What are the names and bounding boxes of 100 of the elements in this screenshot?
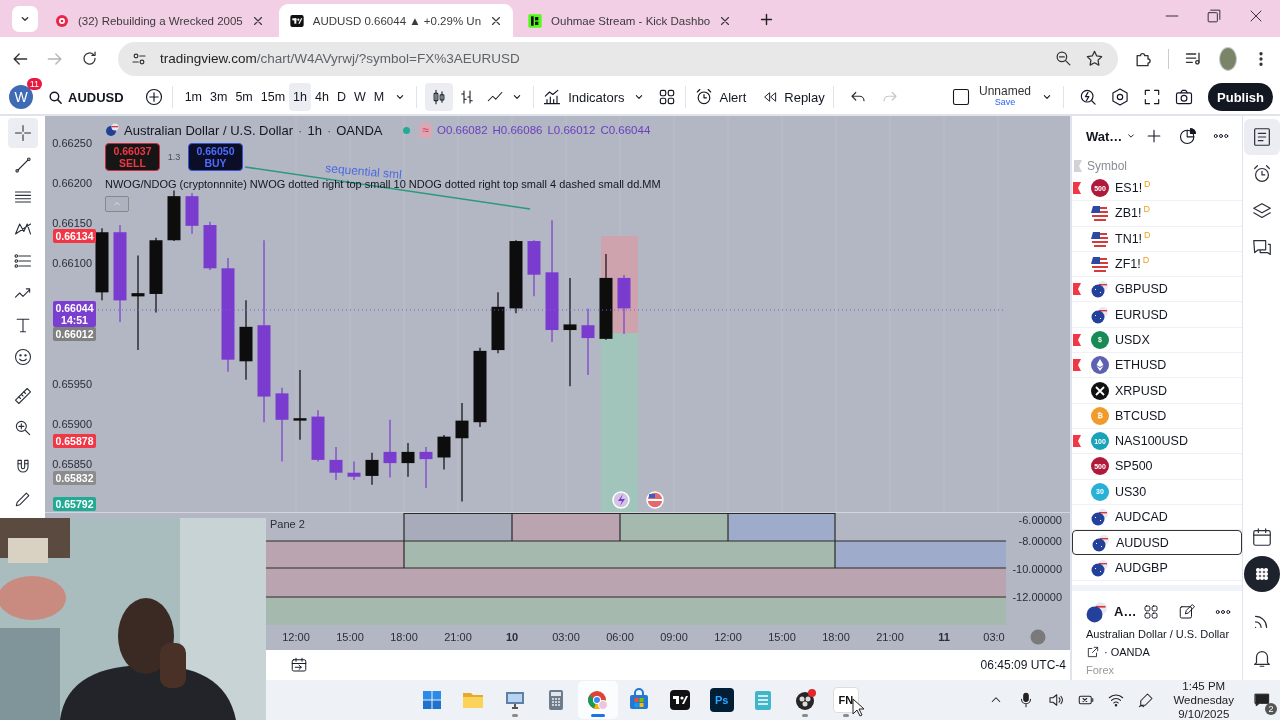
time-axis-label: 09:00 [660, 631, 688, 643]
timeframe-button[interactable]: 15m [256, 83, 290, 111]
grid-icon[interactable] [1142, 602, 1161, 621]
square-logo-icon [527, 12, 544, 29]
tab-title: AUDUSD 0.66044 ▲ +0.29% Un [312, 14, 482, 27]
clock-day[interactable]: Wednesday [1173, 693, 1234, 707]
coin-logo-icon [1091, 356, 1109, 375]
layout-name[interactable]: Unnamed [979, 86, 1032, 97]
axis-label: -10.00000 [1012, 563, 1062, 575]
wifi-icon[interactable] [1107, 691, 1126, 709]
browser-tab[interactable]: (32) Rebuilding a Wrecked 2005 [44, 4, 275, 37]
symbol-name: ZF1! [1115, 257, 1141, 272]
candle [617, 274, 631, 335]
watchlist-row[interactable]: AUDCAD [1072, 504, 1242, 531]
currency-pair-icon [105, 123, 119, 137]
price-axis-label: 0.65900 [52, 417, 92, 430]
watchlist-row[interactable]: ETHUSD [1072, 353, 1242, 379]
timeframe-button[interactable]: D [332, 83, 350, 111]
apps-grid-icon[interactable] [1243, 556, 1280, 592]
delay-marker: D [1144, 179, 1151, 189]
symbol-name: US30 [1115, 484, 1147, 499]
external-link-icon[interactable] [1086, 644, 1100, 659]
lightning-icon[interactable] [612, 491, 630, 509]
watchlist-row[interactable]: AUDGBP [1072, 555, 1242, 581]
date-range-icon[interactable] [290, 656, 308, 674]
time-axis-label: 11 [938, 631, 950, 643]
time-axis-label: 18:00 [390, 631, 418, 643]
speaker-icon[interactable] [1047, 691, 1066, 709]
timeframe-button[interactable]: W [349, 83, 370, 111]
exchange-label: OANDA [336, 122, 383, 138]
reload-icon[interactable] [80, 49, 99, 68]
symbol-search-button[interactable]: AUDUSD [47, 83, 124, 111]
candle [527, 239, 541, 297]
symbol-name: BTCUSD [1115, 408, 1167, 423]
settings-icon[interactable] [1110, 87, 1131, 107]
sell-button[interactable]: 0.66037 SELL [105, 143, 160, 171]
timezone-clock[interactable]: 06:45:09 UTC-4 [980, 658, 1066, 672]
separator: · [298, 122, 303, 138]
quick-search-icon[interactable] [1078, 87, 1099, 107]
price-axis-label: 0.66150 [52, 217, 92, 230]
crosshair-icon[interactable] [7, 118, 38, 148]
camera-icon[interactable] [1174, 87, 1195, 107]
watchlist-title[interactable]: Wat… [1086, 128, 1123, 144]
price-tag: 0.66044 14:51 [53, 301, 96, 327]
symbol-type: Forex [1086, 663, 1116, 676]
watchlist-row[interactable]: EURUSD [1072, 302, 1242, 328]
add-symbol-icon[interactable] [143, 87, 164, 107]
timeframe-button[interactable]: 1m [180, 83, 206, 111]
browser-tab[interactable]: Ouhmae Stream - Kick Dashbo [517, 4, 743, 37]
alert-button[interactable]: Alert [693, 83, 747, 111]
timeframe-button[interactable]: 5m [231, 83, 257, 111]
pane-title: Pane 2 [270, 518, 305, 530]
us-flag-icon [1091, 204, 1109, 223]
candle [437, 434, 451, 471]
indicators-button[interactable]: Indicators [542, 83, 625, 111]
address-field[interactable]: tradingview.com/chart/W4AVyrwj/?symbol=FX%3AEURUSD [118, 41, 1118, 76]
watchlist-row[interactable]: XRPUSD [1072, 378, 1242, 404]
pie-chart-icon[interactable] [1178, 126, 1198, 146]
symbol-name: ES1! [1115, 181, 1143, 196]
timeframe-button[interactable]: 3m [206, 83, 232, 111]
time-axis-label: 18:00 [822, 631, 850, 643]
profile-avatar[interactable] [1218, 46, 1237, 71]
currency-pair-icon [1092, 533, 1110, 552]
axis-label: -8.00000 [1018, 535, 1062, 547]
candle [491, 291, 505, 354]
publish-button[interactable]: Publish [1208, 83, 1273, 111]
time-axis-label: 03:00 [552, 631, 580, 643]
symbol-name: AUDGBP [1115, 560, 1168, 575]
notification-count: 2 [1265, 703, 1277, 715]
symbol-name: AUDUSD [1116, 535, 1169, 550]
price-axis-label: 0.65850 [52, 457, 92, 470]
taskbar-button[interactable]: Ps [701, 681, 742, 719]
save-link[interactable]: Save [994, 97, 1016, 108]
watchlist-row[interactable]: GBPUSD [1072, 277, 1242, 303]
timeframe-button[interactable]: 4h [311, 83, 333, 111]
replay-button[interactable]: Replay [762, 83, 825, 111]
us-flag-icon[interactable] [646, 491, 664, 509]
timeframe-button[interactable]: M [369, 83, 389, 111]
buy-button[interactable]: 0.66050 BUY [188, 143, 243, 171]
symbol-name: ETHUSD [1115, 358, 1167, 373]
edit-icon[interactable] [1178, 602, 1197, 621]
delay-marker: D [1144, 229, 1151, 240]
tab-title: Ouhmae Stream - Kick Dashbo [551, 14, 711, 27]
clock-date[interactable]: 9/10/2025 [1178, 707, 1230, 720]
checkbox-icon[interactable] [951, 87, 971, 107]
clock-time[interactable]: 1:45 PM [1182, 679, 1226, 693]
pen-icon[interactable] [1137, 691, 1156, 709]
symbol-name: AUDCAD [1115, 510, 1168, 524]
list-icon[interactable] [1243, 119, 1280, 155]
watchlist-row[interactable]: AUDUSD [1072, 530, 1242, 556]
candles-chart-icon[interactable] [425, 83, 454, 111]
timeframe-button[interactable]: 1h [289, 83, 311, 111]
ohlc-value: L0.66012 [547, 124, 596, 136]
price-tag: 0.65832 [53, 471, 96, 485]
symbol-name: XRPUSD [1115, 383, 1168, 398]
browser-tab[interactable]: AUDUSD 0.66044 ▲ +0.29% Un [278, 4, 514, 37]
star-icon[interactable] [1085, 49, 1104, 68]
play-logo-icon [54, 12, 70, 29]
price-axis-label: 0.66250 [52, 137, 92, 150]
zoom-out-icon[interactable] [1054, 49, 1073, 68]
